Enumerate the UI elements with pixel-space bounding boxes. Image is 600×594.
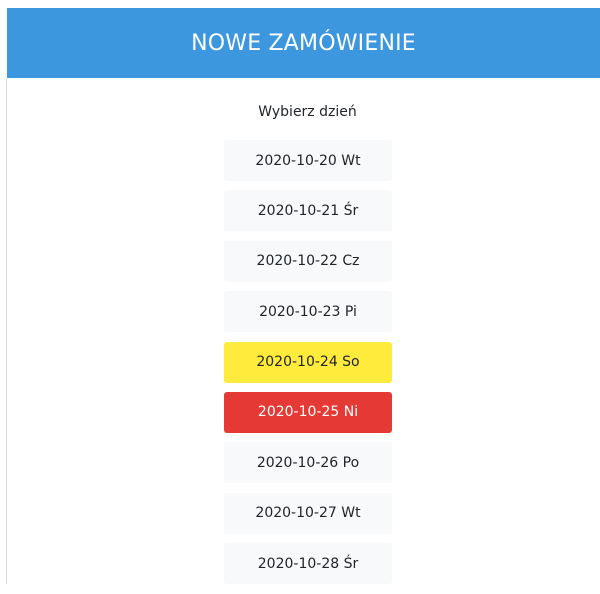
select-day-label: Wybierz dzień (258, 104, 357, 120)
day-button[interactable]: 2020-10-28 Śr (224, 543, 392, 585)
new-order-panel: NOWE ZAMÓWIENIE Wybierz dzień 2020-10-20… (0, 0, 600, 585)
panel-left-border (6, 78, 7, 584)
day-button[interactable]: 2020-10-25 Ni (224, 391, 392, 433)
day-button[interactable]: 2020-10-23 Pi (224, 291, 392, 333)
day-button[interactable]: 2020-10-24 So (224, 341, 392, 383)
day-button[interactable]: 2020-10-26 Po (224, 442, 392, 484)
day-list: 2020-10-20 Wt 2020-10-21 Śr 2020-10-22 C… (224, 140, 392, 594)
day-button[interactable]: 2020-10-27 Wt (224, 492, 392, 534)
day-button[interactable]: 2020-10-22 Cz (224, 240, 392, 282)
page-title: NOWE ZAMÓWIENIE (191, 30, 416, 56)
day-button[interactable]: 2020-10-21 Śr (224, 190, 392, 232)
page-header: NOWE ZAMÓWIENIE (7, 8, 600, 78)
day-button[interactable]: 2020-10-20 Wt (224, 140, 392, 181)
